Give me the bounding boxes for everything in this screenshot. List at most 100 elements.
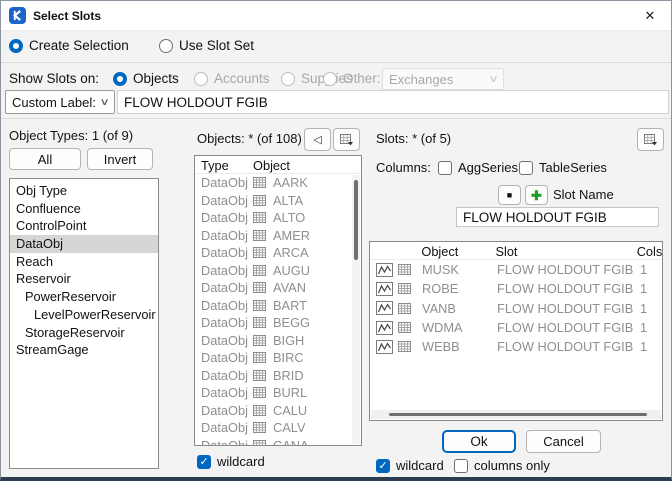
ok-button[interactable]: Ok bbox=[442, 430, 516, 453]
object-row[interactable]: DataObj BRID bbox=[195, 367, 361, 385]
object-row[interactable]: DataObj AUGU bbox=[195, 262, 361, 280]
slot-cols-cell: 1 bbox=[640, 262, 647, 277]
create-selection-label: Create Selection bbox=[29, 38, 129, 53]
slot-row[interactable]: ROBE FLOW HOLDOUT FGIB 1 bbox=[370, 279, 662, 298]
title-bar: Select Slots ✕ bbox=[1, 1, 671, 31]
object-type-item[interactable]: LevelPowerReservoir bbox=[10, 306, 158, 324]
object-type-item[interactable]: StreamGage bbox=[10, 341, 158, 359]
object-name-cell: BIGH bbox=[266, 333, 304, 348]
object-name-cell: BRID bbox=[266, 368, 304, 383]
slot-cols-cell: 1 bbox=[640, 281, 647, 296]
col-header-object[interactable]: Object bbox=[421, 244, 495, 259]
slots-table[interactable]: ˆ Object Slot Cols MUSK FLOW HOLDOUT FGI… bbox=[369, 241, 663, 421]
object-type-label: StorageReservoir bbox=[25, 325, 125, 340]
invert-button[interactable]: Invert bbox=[87, 148, 153, 170]
data-object-icon bbox=[253, 440, 266, 446]
data-object-icon bbox=[398, 303, 411, 314]
object-row[interactable]: DataObj AMER bbox=[195, 227, 361, 245]
object-type-item[interactable]: StorageReservoir bbox=[10, 324, 158, 342]
close-button[interactable]: ✕ bbox=[629, 1, 671, 30]
slots-wildcard-option[interactable]: wildcard bbox=[376, 457, 444, 475]
col-header-slot[interactable]: Slot bbox=[495, 244, 636, 259]
col-header-cols[interactable]: Cols bbox=[637, 244, 662, 259]
object-type-item[interactable]: Reservoir bbox=[10, 270, 158, 288]
table-series-checkbox[interactable] bbox=[519, 161, 533, 175]
data-object-icon bbox=[253, 300, 266, 311]
columns-only-option[interactable]: columns only bbox=[454, 457, 550, 475]
object-name-cell: ARCA bbox=[266, 245, 309, 260]
slots-horizontal-scrollbar[interactable] bbox=[371, 410, 661, 419]
object-type-item[interactable]: DataObj bbox=[10, 235, 158, 253]
agg-series-option[interactable]: AggSeries bbox=[438, 159, 518, 177]
series-slot-icon bbox=[376, 340, 393, 354]
object-row[interactable]: DataObj AVAN bbox=[195, 279, 361, 297]
object-types-header: Object Types: 1 (of 9) bbox=[9, 128, 133, 143]
object-row[interactable]: DataObj CANA bbox=[195, 437, 361, 447]
object-row[interactable]: DataObj BIRC bbox=[195, 349, 361, 367]
object-row[interactable]: DataObj BIGH bbox=[195, 332, 361, 350]
remove-slot-filter-button[interactable]: ■ bbox=[498, 185, 521, 205]
objects-wildcard-checkbox[interactable] bbox=[197, 455, 211, 469]
use-slot-set-label: Use Slot Set bbox=[179, 38, 254, 53]
agg-series-checkbox[interactable] bbox=[438, 161, 452, 175]
create-selection-radio[interactable] bbox=[9, 39, 23, 53]
slot-cols-cell: 1 bbox=[640, 339, 647, 354]
object-type-label: Reach bbox=[16, 254, 53, 269]
cancel-button[interactable]: Cancel bbox=[526, 430, 601, 453]
all-button[interactable]: All bbox=[9, 148, 81, 170]
object-row[interactable]: DataObj CALU bbox=[195, 402, 361, 420]
slot-row[interactable]: WDMA FLOW HOLDOUT FGIB 1 bbox=[370, 318, 662, 337]
object-row[interactable]: DataObj BART bbox=[195, 297, 361, 315]
object-types-list[interactable]: Obj Type Confluence ControlPoint DataObj… bbox=[9, 178, 159, 469]
data-object-icon bbox=[253, 317, 266, 328]
slot-row[interactable]: VANB FLOW HOLDOUT FGIB 1 bbox=[370, 299, 662, 318]
slots-table-header[interactable]: ˆ Object Slot Cols bbox=[370, 242, 662, 260]
object-type-item[interactable]: Confluence bbox=[10, 200, 158, 218]
slot-row[interactable]: MUSK FLOW HOLDOUT FGIB 1 bbox=[370, 260, 662, 279]
object-name-cell: CALV bbox=[266, 420, 305, 435]
objects-radio[interactable] bbox=[113, 72, 127, 86]
slot-row[interactable]: WEBB FLOW HOLDOUT FGIB 1 bbox=[370, 337, 662, 356]
object-type-item[interactable]: ControlPoint bbox=[10, 217, 158, 235]
object-row[interactable]: DataObj CALV bbox=[195, 419, 361, 437]
other-type-value: Exchanges bbox=[389, 72, 453, 87]
open-object-button[interactable] bbox=[333, 128, 360, 151]
objects-table-header[interactable]: ˆ Type Object bbox=[195, 156, 361, 174]
data-object-icon bbox=[398, 322, 411, 333]
objects-wildcard-option[interactable]: wildcard bbox=[197, 453, 265, 471]
scrollbar-handle[interactable] bbox=[389, 413, 647, 416]
data-object-icon bbox=[253, 195, 266, 206]
col-header-type[interactable]: Type bbox=[195, 158, 253, 173]
custom-label-field[interactable]: FLOW HOLDOUT FGIB bbox=[117, 90, 669, 114]
table-series-option[interactable]: TableSeries bbox=[519, 159, 607, 177]
object-row[interactable]: DataObj BURL bbox=[195, 384, 361, 402]
scrollbar-handle[interactable] bbox=[354, 180, 358, 260]
col-header-object[interactable]: Object bbox=[253, 158, 341, 173]
object-type-cell: DataObj bbox=[195, 280, 253, 295]
object-row[interactable]: DataObj ARCA bbox=[195, 244, 361, 262]
objects-vertical-scrollbar[interactable] bbox=[352, 175, 360, 444]
object-types-items: Confluence ControlPoint DataObj Reach Re… bbox=[10, 200, 158, 359]
use-slot-set-option[interactable]: Use Slot Set bbox=[159, 37, 254, 55]
object-row[interactable]: DataObj ALTA bbox=[195, 192, 361, 210]
data-object-icon bbox=[253, 422, 266, 433]
objects-option[interactable]: Objects bbox=[113, 70, 179, 88]
open-slot-button[interactable] bbox=[637, 128, 664, 151]
object-type-item[interactable]: Reach bbox=[10, 253, 158, 271]
custom-label-dropdown[interactable]: Custom Label: ∨ bbox=[5, 90, 115, 114]
create-selection-option[interactable]: Create Selection bbox=[9, 37, 129, 55]
columns-only-checkbox[interactable] bbox=[454, 459, 468, 473]
object-name-cell: BEGG bbox=[266, 315, 310, 330]
show-selected-button[interactable]: ◁ bbox=[304, 128, 331, 151]
slot-name-field[interactable]: FLOW HOLDOUT FGIB bbox=[456, 207, 659, 227]
object-row[interactable]: DataObj BEGG bbox=[195, 314, 361, 332]
objects-table[interactable]: ˆ Type Object DataObj AARK DataObj ALTA bbox=[194, 155, 362, 446]
use-slot-set-radio[interactable] bbox=[159, 39, 173, 53]
object-type-item[interactable]: PowerReservoir bbox=[10, 288, 158, 306]
add-slot-filter-button[interactable]: ✚ bbox=[525, 185, 548, 205]
object-row[interactable]: DataObj ALTO bbox=[195, 209, 361, 227]
object-row[interactable]: DataObj AARK bbox=[195, 174, 361, 192]
slot-name-label: Slot Name bbox=[553, 187, 614, 202]
slots-wildcard-checkbox[interactable] bbox=[376, 459, 390, 473]
object-name-cell: AVAN bbox=[266, 280, 306, 295]
